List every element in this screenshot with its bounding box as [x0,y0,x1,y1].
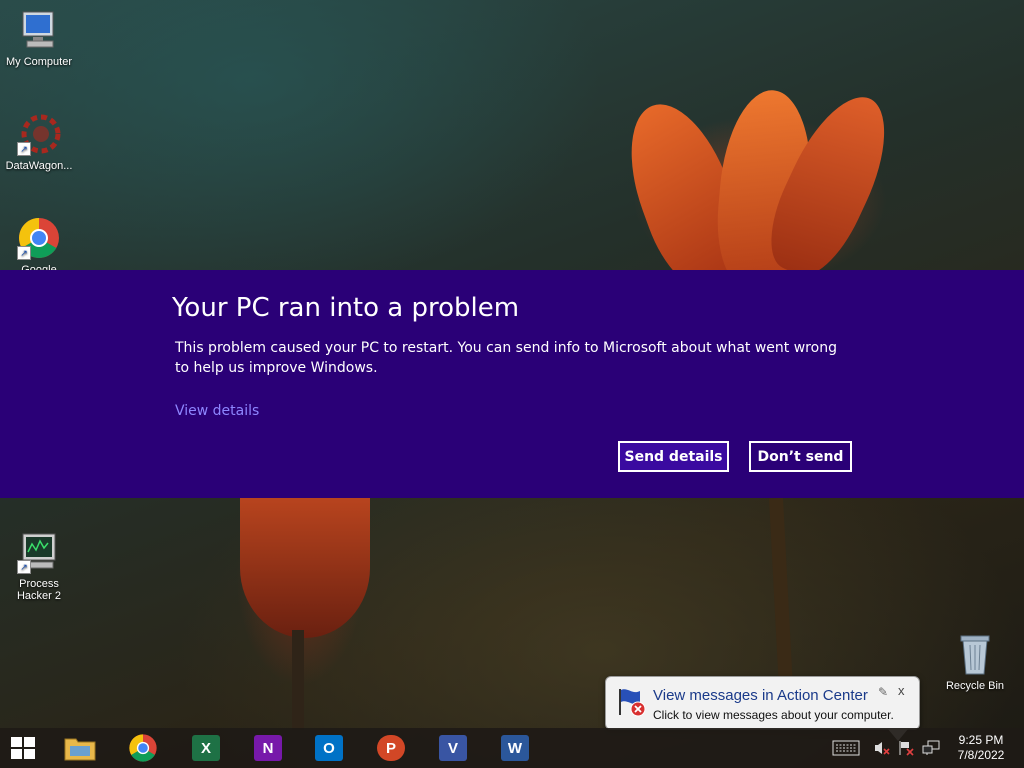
wallpaper-flower-petal [240,498,370,638]
notification-title: View messages in Action Center [653,687,868,704]
desktop-icon-label: Hacker 2 [16,590,62,602]
excel-icon: X [192,735,220,761]
taskbar-word[interactable]: W [498,732,532,764]
desktop-icon-datawagon[interactable]: ↗ DataWagon... [1,112,77,172]
visio-icon: V [439,735,467,761]
taskbar-chrome[interactable] [126,732,160,764]
desktop-icon-label: Process [19,578,59,590]
send-details-button[interactable]: Send details [618,441,729,472]
start-button[interactable] [6,732,40,764]
onenote-icon: N [254,735,282,761]
computer-icon [17,8,61,52]
chrome-icon [129,734,157,762]
wallpaper-flower-stem [292,630,304,730]
desktop-icon-label: DataWagon... [5,160,73,172]
folder-icon [64,738,96,761]
datawagon-icon: ↗ [17,112,61,156]
close-icon[interactable]: x [898,683,905,698]
dialog-message: This problem caused your PC to restart. … [175,340,837,376]
taskbar-onenote[interactable]: N [251,732,285,764]
shortcut-arrow-icon: ↗ [17,560,31,574]
desktop-icon-label: Recycle Bin [945,680,1005,692]
chrome-icon: ↗ [17,216,61,260]
word-icon: W [501,735,529,761]
shortcut-arrow-icon: ↗ [17,142,31,156]
taskbar-clock[interactable]: 9:25 PM 7/8/2022 [950,733,1012,763]
windows-logo-icon [11,737,35,759]
dont-send-button[interactable]: Don’t send [749,441,852,472]
powerpoint-icon: P [377,735,405,761]
clock-date: 7/8/2022 [957,748,1005,762]
recycle-bin-icon [953,632,997,676]
desktop-icon-my-computer[interactable]: My Computer [1,8,77,68]
taskbar-file-explorer[interactable] [63,732,97,764]
desktop-icon-label: My Computer [5,56,73,68]
process-hacker-icon: ↗ [17,530,61,574]
action-center-notification[interactable]: View messages in Action Center Click to … [605,676,920,741]
clock-time: 9:25 PM [958,733,1004,747]
action-center-flag-icon [616,687,648,717]
taskbar-outlook[interactable]: O [312,732,346,764]
touch-keyboard-icon[interactable] [830,734,862,762]
pin-icon[interactable]: ✎ [878,685,888,699]
taskbar-excel[interactable]: X [189,732,223,764]
outlook-icon: O [315,735,343,761]
dialog-title: Your PC ran into a problem [172,293,520,323]
taskbar-powerpoint[interactable]: P [374,732,408,764]
desktop-icon-recycle-bin[interactable]: Recycle Bin [937,632,1013,692]
desktop-icon-process-hacker[interactable]: ↗ Process Hacker 2 [1,530,77,602]
volume-muted-icon[interactable] [872,734,892,762]
view-details-link[interactable]: View details [175,403,259,419]
action-center-error-icon[interactable] [896,734,916,762]
network-icon[interactable] [920,734,942,762]
notification-text: Click to view messages about your comput… [653,708,894,722]
taskbar-visio[interactable]: V [436,732,470,764]
shortcut-arrow-icon: ↗ [17,246,31,260]
